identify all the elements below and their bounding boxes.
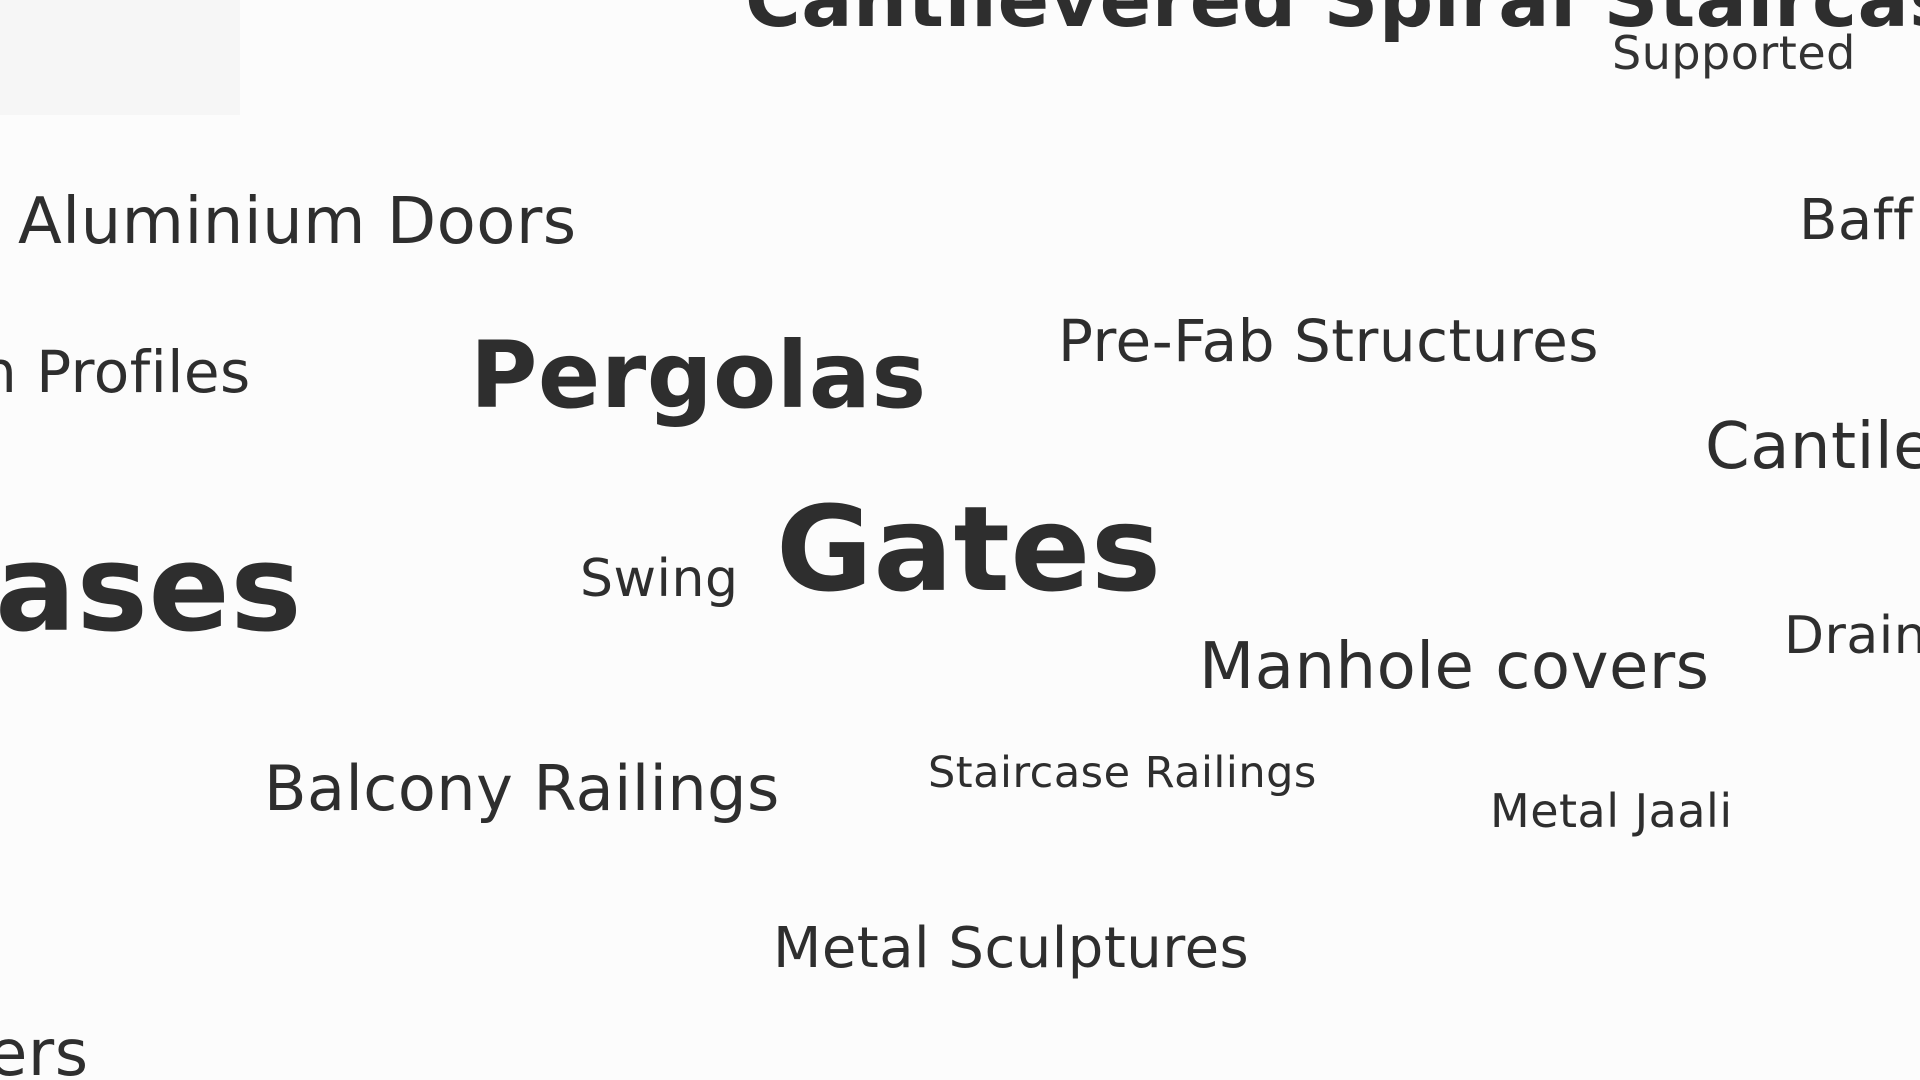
word-balcony-railings: Balcony Railings bbox=[264, 752, 780, 825]
word-cantile: Cantile bbox=[1705, 410, 1920, 484]
word-gates: Gates bbox=[776, 480, 1162, 618]
word-profiles: n Profiles bbox=[0, 338, 251, 406]
word-manhole-covers: Manhole covers bbox=[1199, 630, 1710, 704]
word-metal-sculptures: Metal Sculptures bbox=[773, 916, 1250, 981]
word-staircase-railings: Staircase Railings bbox=[928, 748, 1317, 798]
background-patch bbox=[0, 0, 240, 115]
word-ases: ases bbox=[0, 520, 303, 659]
word-swing: Swing bbox=[580, 549, 739, 609]
word-aluminium-doors: Aluminium Doors bbox=[18, 185, 577, 259]
word-drain: Drain bbox=[1784, 606, 1920, 666]
word-pergolas: Pergolas bbox=[470, 322, 927, 429]
word-cloud-canvas: Cantilevered Spiral Staircase Supported … bbox=[0, 0, 1920, 1080]
word-ers: ers bbox=[0, 1017, 89, 1080]
word-baff: Baff bbox=[1799, 188, 1914, 253]
word-pre-fab-structures: Pre-Fab Structures bbox=[1058, 307, 1599, 375]
word-supported: Supported bbox=[1612, 26, 1856, 80]
word-metal-jaali: Metal Jaali bbox=[1490, 784, 1733, 838]
